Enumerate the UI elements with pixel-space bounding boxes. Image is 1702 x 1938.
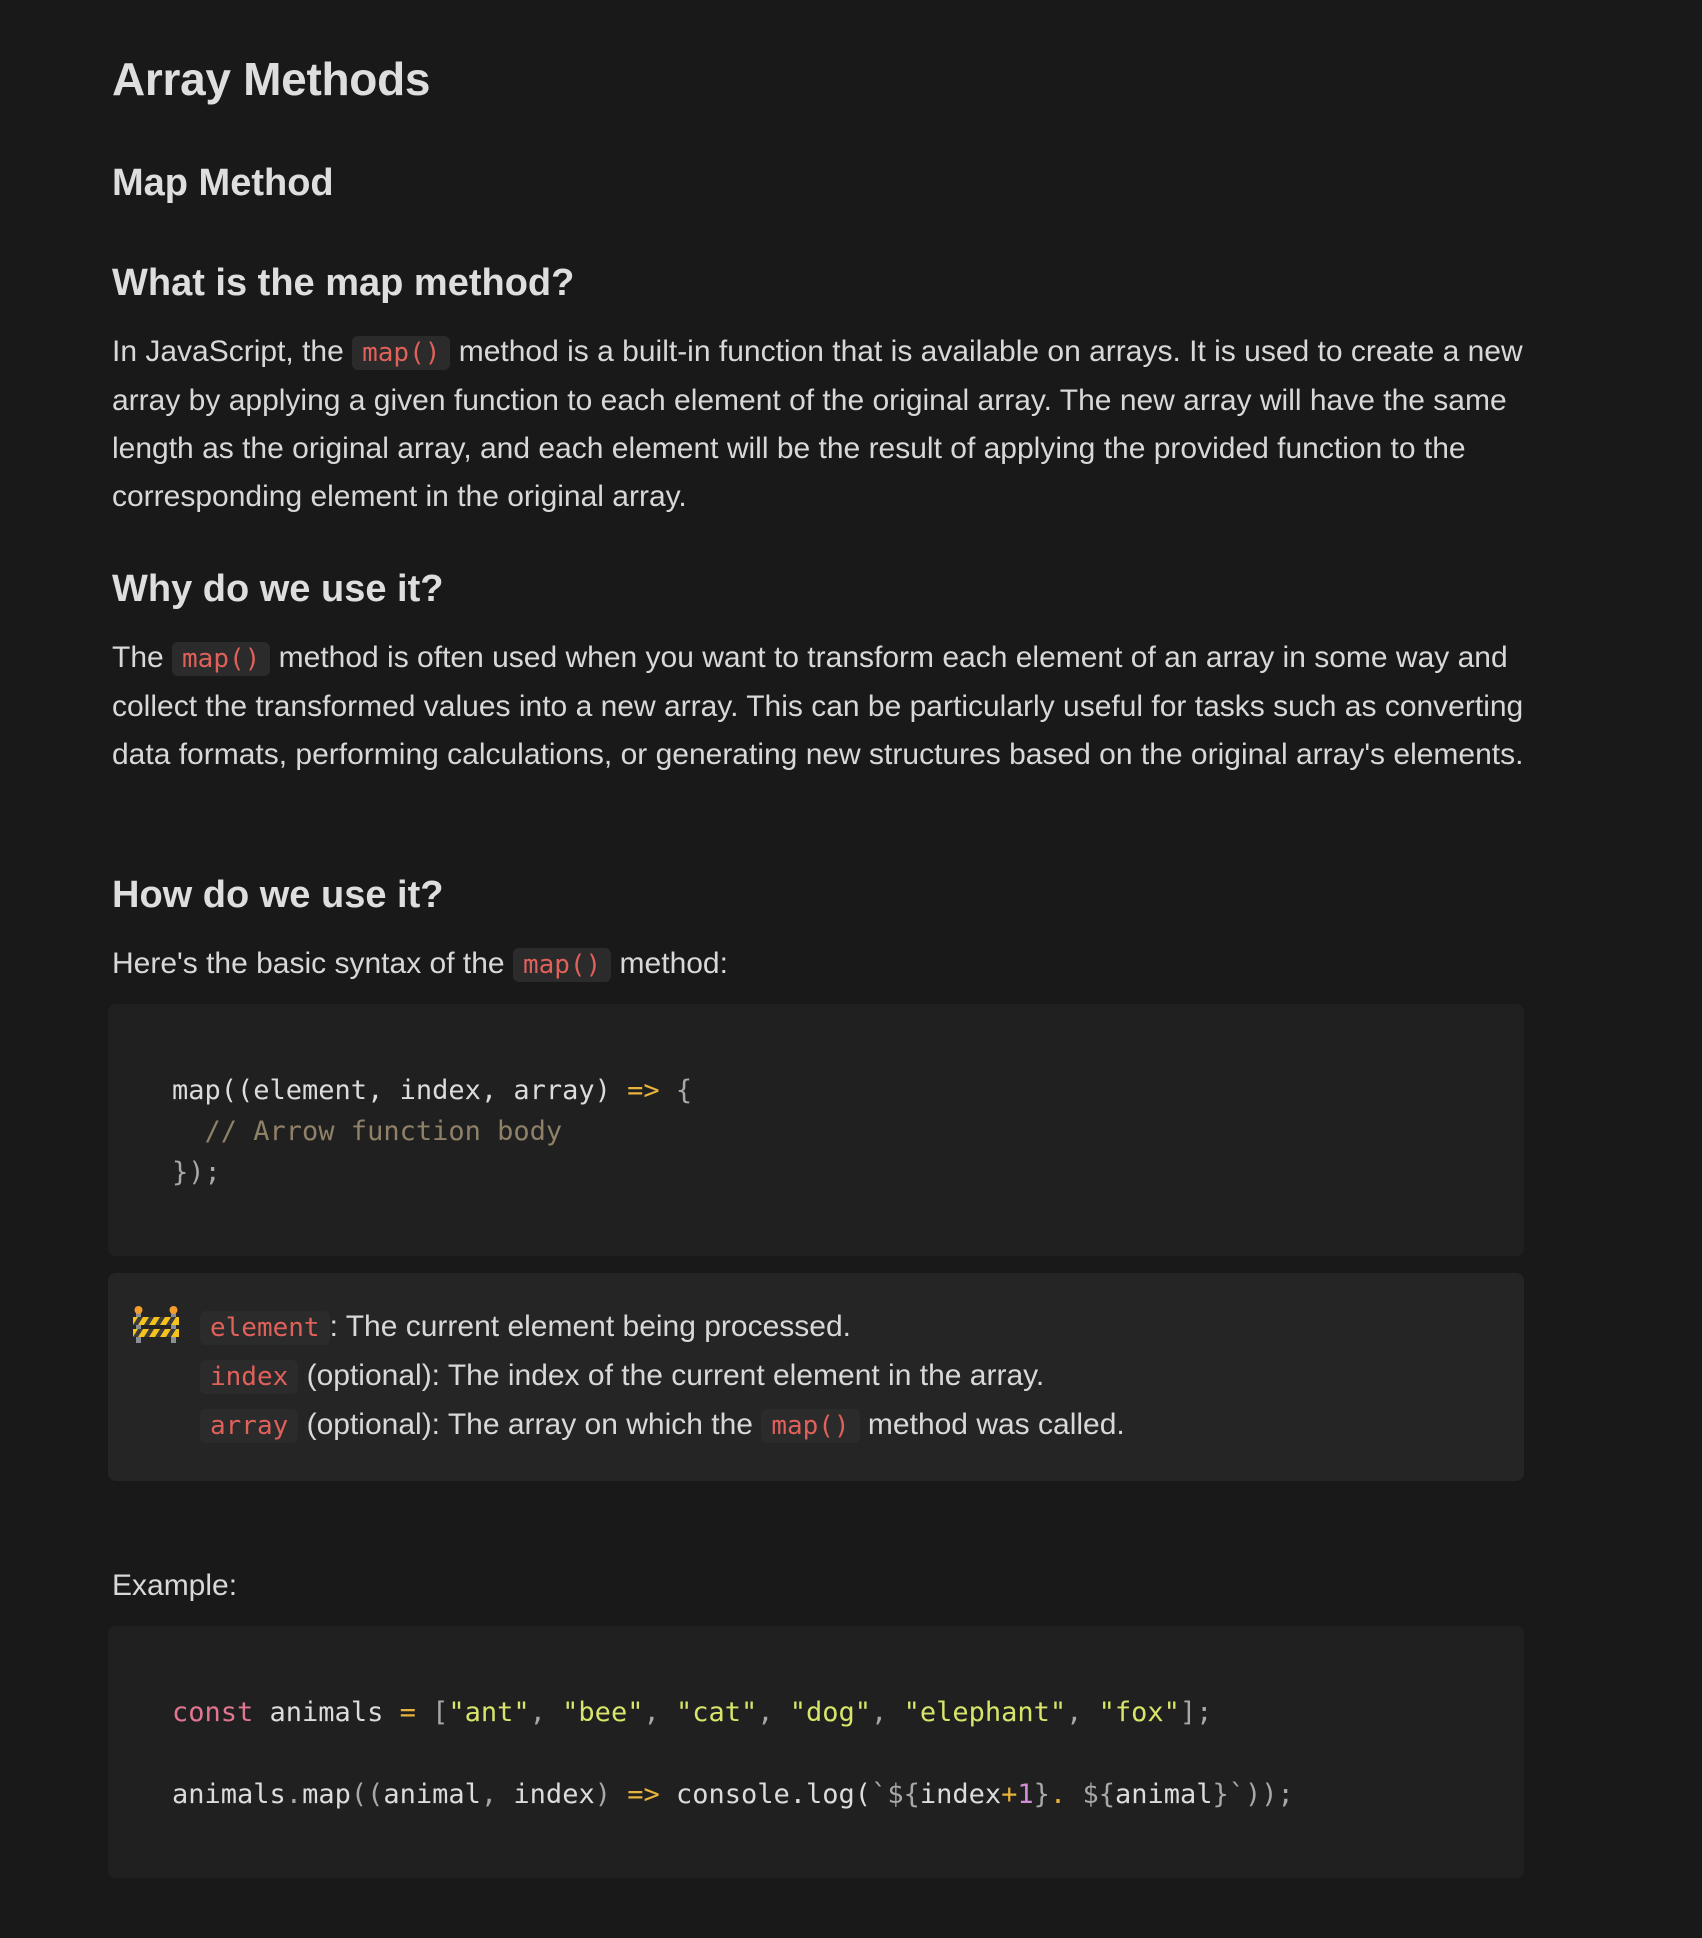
text: (optional): The index of the current ele…: [298, 1359, 1045, 1392]
inline-code: map(): [512, 948, 612, 982]
section-heading: Map Method: [112, 162, 334, 204]
code-token: `${: [871, 1779, 920, 1810]
code-token: const: [172, 1697, 254, 1728]
code-token: "cat": [675, 1697, 758, 1728]
callout-item-index: index (optional): The index of the curre…: [200, 1352, 1125, 1401]
text: Here's the basic syntax of the: [112, 947, 513, 980]
code-token: animals: [172, 1779, 286, 1810]
code-token: index: [919, 1779, 1002, 1810]
code-token: .: [1049, 1779, 1067, 1810]
heading-why: Why do we use it?: [112, 568, 444, 610]
inline-code: map(): [352, 336, 451, 370]
construction-icon: [132, 1305, 180, 1345]
code-token: animal: [383, 1779, 481, 1810]
text: (optional): The array on which the: [298, 1408, 762, 1441]
paragraph-what: In JavaScript, the map() method is a bui…: [112, 328, 1532, 521]
code-token: animals: [253, 1697, 400, 1728]
code-token: index: [513, 1779, 595, 1810]
code-token: {: [659, 1075, 693, 1106]
callout-item-element: element: The current element being proce…: [200, 1303, 1125, 1352]
code-line: const animals = ["ant", "bee", "cat", "d…: [172, 1697, 1213, 1728]
code-token: ): [594, 1779, 628, 1810]
code-token: }`: [1212, 1779, 1246, 1810]
code-comment: // Arrow function body: [172, 1116, 563, 1147]
code-token: "fox": [1098, 1697, 1180, 1728]
text: : The current element being processed.: [329, 1310, 851, 1343]
code-line: animals.map((animal, index) => console.l…: [172, 1774, 1524, 1815]
heading-what: What is the map method?: [112, 262, 575, 304]
code-line: map((element, index, array) => {: [172, 1070, 1524, 1111]
code-token: 1: [1017, 1779, 1034, 1810]
code-token: }: [1033, 1779, 1050, 1810]
heading-how: How do we use it?: [112, 874, 444, 916]
code-token: ,: [480, 1779, 514, 1810]
code-token: "dog": [789, 1697, 872, 1728]
page: Array Methods Map Method What is the map…: [0, 0, 1702, 1938]
code-token: console.log(: [659, 1779, 872, 1810]
page-title: Array Methods: [112, 53, 431, 105]
code-token: =: [399, 1697, 416, 1728]
paragraph-how: Here's the basic syntax of the map() met…: [112, 940, 1532, 989]
code-token: ));: [1245, 1779, 1294, 1810]
code-token: ${: [1066, 1779, 1115, 1810]
inline-code: element: [200, 1311, 330, 1345]
code-token: "elephant": [903, 1697, 1067, 1728]
code-token: ((: [350, 1779, 384, 1810]
text: method:: [611, 947, 728, 980]
code-token: =>: [627, 1075, 660, 1106]
inline-code: array: [200, 1409, 299, 1443]
code-token: map((element, index, array): [172, 1075, 628, 1106]
code-token: "bee": [562, 1697, 644, 1728]
inline-code: index: [200, 1360, 299, 1394]
callout: element: The current element being proce…: [108, 1273, 1524, 1481]
example-code-block[interactable]: const animals = ["ant", "bee", "cat", "d…: [108, 1626, 1524, 1878]
code-token: "ant": [448, 1697, 530, 1728]
example-label: Example:: [112, 1569, 238, 1602]
code-token: [: [415, 1697, 449, 1728]
inline-code: map(): [172, 642, 271, 676]
callout-list: element: The current element being proce…: [200, 1303, 1125, 1450]
code-token: map: [302, 1779, 351, 1810]
text: method was called.: [859, 1408, 1125, 1441]
code-token: +: [1001, 1779, 1018, 1810]
callout-item-array: array (optional): The array on which the…: [200, 1401, 1125, 1450]
code-token: .: [285, 1779, 303, 1810]
syntax-code-block[interactable]: map((element, index, array) => { // Arro…: [108, 1004, 1524, 1256]
code-token: ];: [1179, 1697, 1213, 1728]
text: method is often used when you want to tr…: [112, 641, 1524, 771]
text: In JavaScript, the: [112, 335, 353, 368]
code-token: animal: [1114, 1779, 1213, 1810]
code-token: =>: [627, 1779, 660, 1810]
inline-code: map(): [761, 1409, 860, 1443]
text: The: [112, 641, 173, 674]
paragraph-why: The map() method is often used when you …: [112, 634, 1532, 779]
code-line: });: [172, 1157, 221, 1188]
